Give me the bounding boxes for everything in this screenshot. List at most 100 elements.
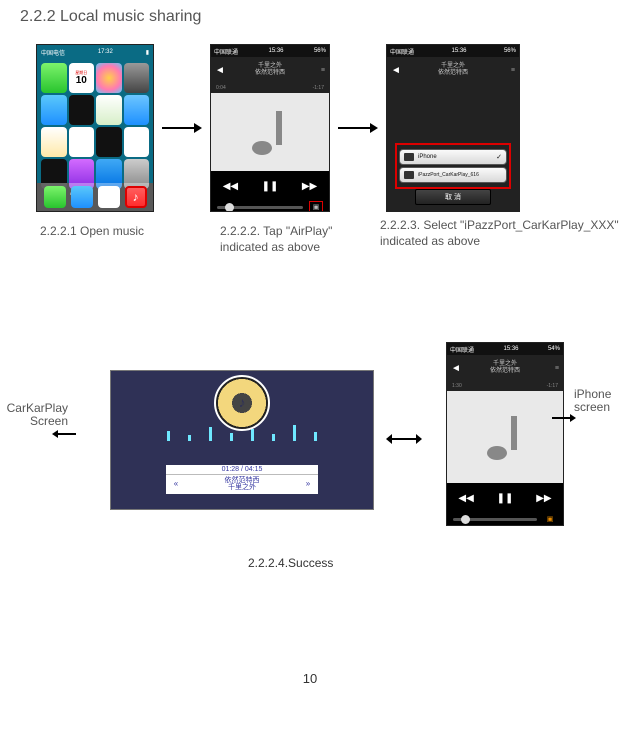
phone-icon [404,153,414,161]
app-camera-icon: Camera [124,63,150,93]
music-header: ◄ 千里之外 依然范特西 ≡ [447,355,563,381]
time-row: 0:04 -1:17 [211,83,329,93]
device-label: iPhone [418,154,437,160]
slider-thumb [225,203,234,212]
volume-slider [217,206,303,209]
airplay-device-iphone: iPhone ✓ [399,149,507,165]
status-carrier: 中国联通 [390,47,414,56]
app-clock-icon: Clock [69,95,95,125]
music-header: ◄ 千里之外 依然范特西 ≡ [387,57,519,83]
display-icon [404,171,414,179]
status-battery: 54% [548,346,560,352]
music-note-icon [485,412,525,462]
home-grid: Messages 星期日 10 Calendar Photos Camera W… [37,59,153,183]
status-battery: 56% [504,48,516,54]
app-weather-icon: Weather [41,95,67,125]
app-stocks-icon: Stocks [96,127,122,157]
volume-slider-row: ▣ [447,513,563,525]
double-arrow-icon [386,434,422,444]
label-iphone-screen: iPhone screen [574,388,620,414]
music-title: 千里之外 依然范特西 [490,361,520,374]
next-icon: ▶▶ [302,181,317,192]
disc-icon [214,375,270,431]
app-calendar-icon: 星期日 10 Calendar [69,63,95,93]
music-controls: ◀◀ ❚❚ ▶▶ [447,483,563,513]
status-time: 17:32 [98,49,113,55]
music-header: ◄ 千里之外 依然范特西 ≡ [211,57,329,83]
status-carrier: 中国联通 [214,47,238,56]
time-elapsed: 0:04 [216,85,226,91]
arrow-right-icon [162,123,202,133]
device-label: iPazzPort_CarKarPlay_616 [418,172,479,178]
status-bar: 中国联通 15:36 56% [387,45,519,57]
caption-step-2: 2.2.2.2. Tap "AirPlay" indicated as abov… [220,224,380,255]
car-time: 01:28 / 04:15 [166,465,318,475]
back-icon: ◄ [451,363,461,374]
prev-icon: ◀◀ [223,181,238,192]
iphone-home-screenshot: 中国电信 17:32 ▮ Messages 星期日 10 Calendar Ph… [36,44,154,212]
airplay-icon-active: ▣ [543,513,557,525]
music-note-icon [250,107,290,157]
arrow-left-icon [52,430,76,438]
status-time: 15:36 [503,346,518,352]
dock-phone-icon [44,186,66,208]
volume-slider-row: ▣ [211,201,329,212]
status-battery-icon: ▮ [146,49,149,56]
status-carrier: 中国联通 [450,345,474,354]
car-prev-icon: « [170,480,182,489]
arrow-right-icon [552,414,576,422]
airplay-icon: ▣ [309,201,323,212]
app-reminders-icon: Reminders [69,127,95,157]
status-bar: 中国联通 15:36 56% [211,45,329,57]
label-carkarplay-screen: CarKarPlay Screen [0,402,68,428]
carkarplay-screenshot: 01:28 / 04:15 « 依然范特西 千里之外 » [110,370,374,510]
back-icon: ◄ [391,65,401,76]
volume-slider [453,518,537,521]
back-icon: ◄ [215,65,225,76]
car-info-panel: 01:28 / 04:15 « 依然范特西 千里之外 » [165,464,319,495]
music-title: 千里之外 依然范特西 [438,63,468,76]
list-icon: ≡ [555,365,559,372]
app-notes-icon: Notes [41,127,67,157]
dock-mail-icon [71,186,93,208]
caption-step-3: 2.2.2.3. Select "iPazzPort_CarKarPlay_XX… [380,218,620,249]
music-title: 千里之外 依然范特西 [255,63,285,76]
app-maps-icon: Maps [96,95,122,125]
page-number: 10 [303,671,317,686]
status-time: 15:36 [451,48,466,54]
arrow-right-icon [338,123,378,133]
app-photos-icon: Photos [96,63,122,93]
time-remaining: -1:17 [313,85,324,91]
time-row: 1:30 -1:17 [447,381,563,391]
status-bar: 中国联通 15:36 54% [447,343,563,355]
car-song-meta: 依然范特西 千里之外 [182,477,302,492]
cancel-button: 取 消 [415,189,491,205]
caption-step-4: 2.2.2.4.Success [248,556,333,570]
car-next-icon: » [302,480,314,489]
check-icon: ✓ [496,153,502,161]
dock-safari-icon [98,186,120,208]
pause-icon: ❚❚ [497,493,514,504]
prev-icon: ◀◀ [458,493,473,504]
step-row-1: 中国电信 17:32 ▮ Messages 星期日 10 Calendar Ph… [36,44,520,212]
album-art-placeholder [211,93,329,171]
next-icon: ▶▶ [536,493,551,504]
airplay-device-panel: iPhone ✓ iPazzPort_CarKarPlay_616 [395,143,511,189]
section-title: 2.2.2 Local music sharing [20,8,201,26]
status-bar: 中国电信 17:32 ▮ [37,45,153,59]
app-gamecenter-icon: Game Center [124,127,150,157]
list-icon: ≡ [321,67,325,74]
app-videos-icon: Videos [124,95,150,125]
time-remaining: -1:17 [547,383,558,389]
airplay-device-ipazzport: iPazzPort_CarKarPlay_616 [399,167,507,183]
pause-icon: ❚❚ [262,181,279,192]
slider-thumb [461,515,470,524]
dock-music-icon: ♪ [125,186,147,208]
status-battery: 56% [314,48,326,54]
time-elapsed: 1:30 [452,383,462,389]
car-song-row: « 依然范特西 千里之外 » [166,475,318,494]
music-player-screenshot: 中国联通 15:36 56% ◄ 千里之外 依然范特西 ≡ 0:04 -1:17… [210,44,330,212]
caption-step-1: 2.2.2.1 Open music [40,224,144,240]
music-player-success-screenshot: 中国联通 15:36 54% ◄ 千里之外 依然范特西 ≡ 1:30 -1:17… [446,342,564,526]
app-messages-icon: Messages [41,63,67,93]
